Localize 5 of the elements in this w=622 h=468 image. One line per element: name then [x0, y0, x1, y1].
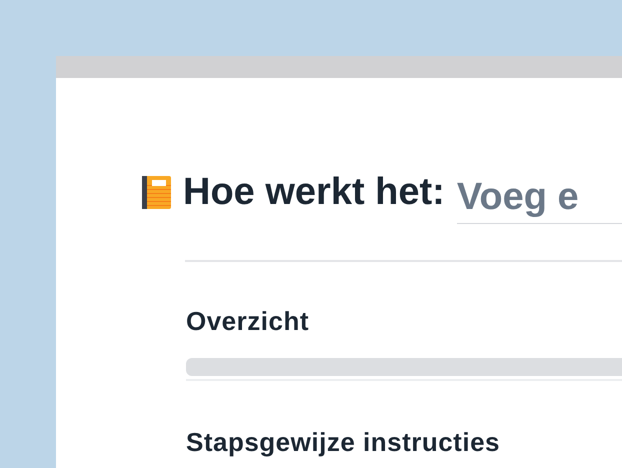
heading-label: Hoe werkt het: [183, 173, 445, 211]
section-heading: Stapsgewijze instructies [186, 429, 501, 455]
section-heading: Overzicht [186, 308, 310, 334]
title-input-field[interactable]: Voeg e [456, 172, 622, 224]
notebook-icon [142, 176, 171, 208]
